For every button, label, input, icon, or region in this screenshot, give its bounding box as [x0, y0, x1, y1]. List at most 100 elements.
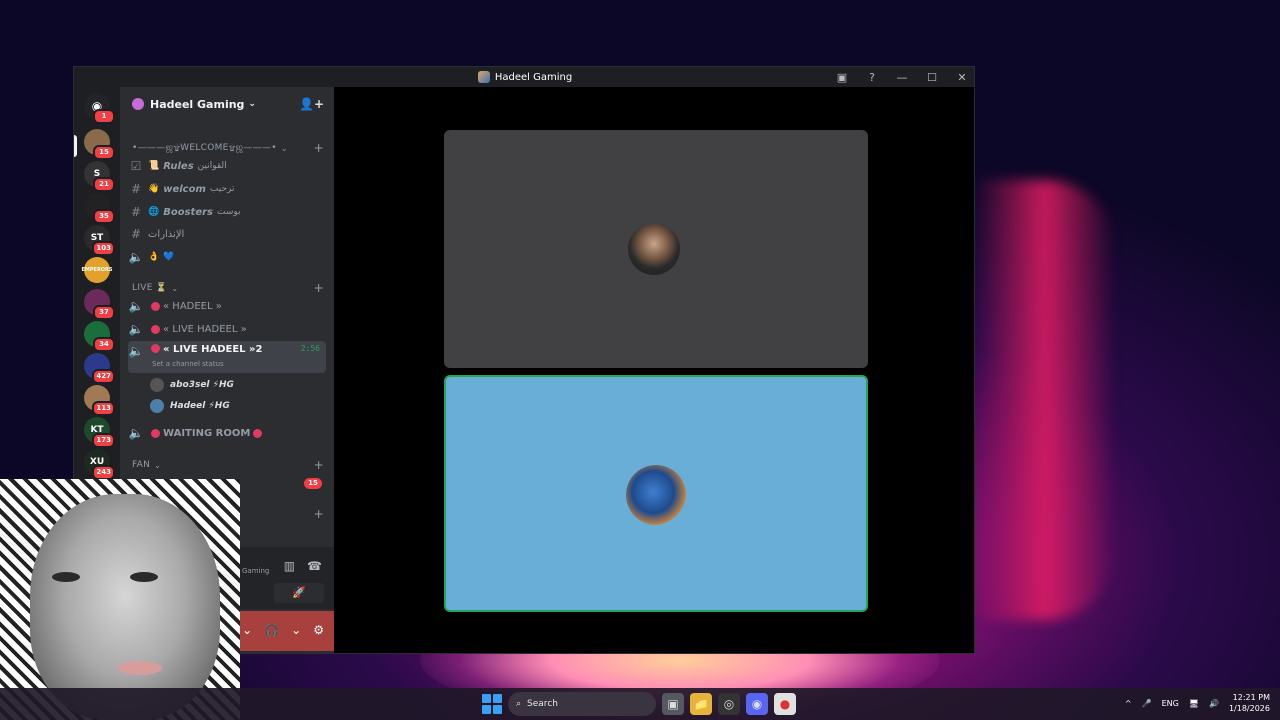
mention-badge: 113	[92, 401, 115, 416]
add-channel-icon[interactable]: +	[314, 458, 324, 472]
server-icon[interactable]: XU 243	[84, 449, 115, 480]
search-box[interactable]: ⌕ Search	[508, 692, 656, 716]
avatar	[626, 465, 686, 525]
voice-user-1[interactable]: abo3sel ⚡HG	[150, 376, 234, 394]
red-dot-icon	[151, 344, 160, 353]
noise-suppression-icon[interactable]: ▥	[284, 559, 295, 573]
channel-welcom[interactable]: # 👋 welcom ترحيب	[128, 179, 326, 199]
discord-home-icon[interactable]: ◉ 1	[84, 93, 115, 124]
hand-emoji: 👌	[148, 252, 160, 262]
channel-rules[interactable]: ☑ 📜 Rules القوانين	[128, 156, 326, 176]
server-icon[interactable]: EMPERORS	[81, 257, 113, 283]
chevron-up-icon[interactable]: ^	[1125, 699, 1132, 708]
add-channel-icon[interactable]: +	[314, 281, 324, 295]
chevron-down-icon[interactable]: ⌄	[291, 623, 301, 637]
maximize-button[interactable]: ☐	[924, 69, 940, 85]
channel-boosters[interactable]: # 🌐 Boosters بوست	[128, 202, 326, 222]
add-channel-icon[interactable]: +	[314, 507, 324, 521]
gear-icon[interactable]: ⚙	[313, 623, 324, 637]
server-name: Hadeel Gaming	[150, 97, 245, 111]
category-fan[interactable]: FAN ⌄ +	[132, 458, 324, 472]
taskbar: ⌕ Search ▣ 📁 ◎ ◉ ● ^ 🎤 ENG 🖥 🔊 12:21 PM …	[0, 688, 1280, 720]
windows-start-icon[interactable]	[482, 694, 502, 714]
app-icon[interactable]: ◎	[718, 693, 740, 715]
heart-emoji: 💙	[163, 252, 175, 262]
language-indicator[interactable]: ENG	[1162, 699, 1179, 708]
scroll-emoji: 📜	[148, 161, 160, 171]
mention-badge: 15	[93, 145, 115, 160]
title-bar[interactable]: Hadeel Gaming ▣ ? — ☐ ✕	[74, 67, 974, 87]
file-explorer-icon[interactable]: 📁	[690, 693, 712, 715]
category-live[interactable]: LIVE ⏳ ⌄ +	[132, 281, 324, 295]
hash-icon: #	[130, 182, 142, 196]
wave-emoji: 👋	[148, 184, 160, 194]
category-welcome[interactable]: •———ஜ۩Welcome۩ஜ———• ⌄ +	[132, 141, 324, 155]
server-icon[interactable]: 427	[84, 353, 115, 384]
speaker-icon: 🔈	[128, 250, 144, 264]
server-icon[interactable]: S 21	[84, 161, 115, 192]
mention-badge: 173	[92, 433, 115, 448]
server-icon[interactable]: 15	[84, 129, 115, 160]
red-dot-icon	[151, 428, 160, 438]
floating-photo	[0, 479, 240, 720]
chevron-down-icon: ⌄	[248, 99, 256, 109]
help-icon[interactable]: ?	[864, 69, 880, 85]
invite-icon[interactable]: 👤+	[299, 97, 324, 111]
participant-tile[interactable]	[444, 130, 868, 368]
channel-hadeel[interactable]: 🔈 « HADEEL »	[128, 296, 326, 316]
voice-stage	[334, 87, 974, 653]
selected-pip	[74, 135, 77, 157]
participant-tile-speaking[interactable]	[444, 375, 868, 612]
mention-badge: 21	[93, 177, 115, 192]
server-icon[interactable]: 34	[84, 321, 115, 352]
globe-emoji: 🌐	[148, 207, 160, 217]
disconnect-icon[interactable]: ☎	[307, 559, 322, 573]
channel-waiting-room[interactable]: 🔈 WAITING ROOM	[128, 423, 326, 443]
red-dot-icon	[253, 428, 263, 438]
wallpaper-arc	[975, 180, 1115, 620]
activity-button[interactable]: 🚀	[274, 583, 324, 603]
server-icon	[477, 71, 490, 83]
search-icon: ⌕	[516, 699, 522, 709]
add-channel-icon[interactable]: +	[314, 141, 324, 155]
mention-badge: 427	[92, 369, 115, 384]
channel-live-hadeel-2[interactable]: 🔈 « LIVE HADEEL »2 2:56 Set a channel st…	[128, 341, 326, 373]
microphone-icon[interactable]: 🎤	[1142, 699, 1152, 708]
channel-announcements[interactable]: # الإنذارات	[128, 224, 326, 244]
task-view-icon[interactable]: ▣	[662, 693, 684, 715]
clock[interactable]: 12:21 PM 1/18/2026	[1229, 692, 1270, 714]
chrome-icon[interactable]: ●	[774, 693, 796, 715]
minimize-button[interactable]: —	[894, 69, 910, 85]
inbox-icon[interactable]: ▣	[834, 69, 850, 85]
mention-badge: 243	[92, 465, 115, 480]
server-icon[interactable]: 113	[84, 385, 115, 416]
voice-user-2[interactable]: Hadeel ⚡HG	[150, 397, 230, 415]
set-status-link[interactable]: Set a channel status	[152, 360, 224, 368]
headphones-icon[interactable]: 🎧	[264, 623, 279, 637]
dm-badge: 1	[93, 109, 115, 124]
server-header[interactable]: Hadeel Gaming ⌄ 👤+	[120, 87, 334, 121]
chevron-down-icon: ⌄	[280, 143, 288, 153]
avatar	[150, 378, 164, 392]
server-emblem-icon	[132, 98, 144, 110]
checkbox-channel-icon: ☑	[130, 159, 142, 173]
discord-icon[interactable]: ◉	[746, 693, 768, 715]
server-icon[interactable]: 35	[84, 193, 115, 224]
network-icon[interactable]: 🖥	[1189, 699, 1199, 708]
mention-badge: 37	[93, 305, 115, 320]
channel-live-hadeel[interactable]: 🔈 « LIVE HADEEL »	[128, 319, 326, 339]
hash-icon: #	[130, 227, 142, 241]
volume-icon[interactable]: 🔊	[1209, 699, 1219, 708]
speaker-icon: 🔈	[128, 299, 144, 313]
avatar	[628, 223, 680, 275]
speaker-active-icon: 🔈	[128, 344, 144, 358]
server-icon[interactable]: KT 173	[84, 417, 115, 448]
red-dot-icon	[151, 324, 160, 334]
server-icon[interactable]: 37	[84, 289, 115, 320]
avatar	[150, 399, 164, 413]
close-button[interactable]: ✕	[954, 69, 970, 85]
channel-voice-emoji[interactable]: 🔈 👌 💙	[128, 247, 326, 267]
speaker-icon: 🔈	[128, 322, 144, 336]
server-icon[interactable]: ST 103	[84, 225, 115, 256]
chevron-down-icon[interactable]: ⌄	[242, 623, 252, 637]
